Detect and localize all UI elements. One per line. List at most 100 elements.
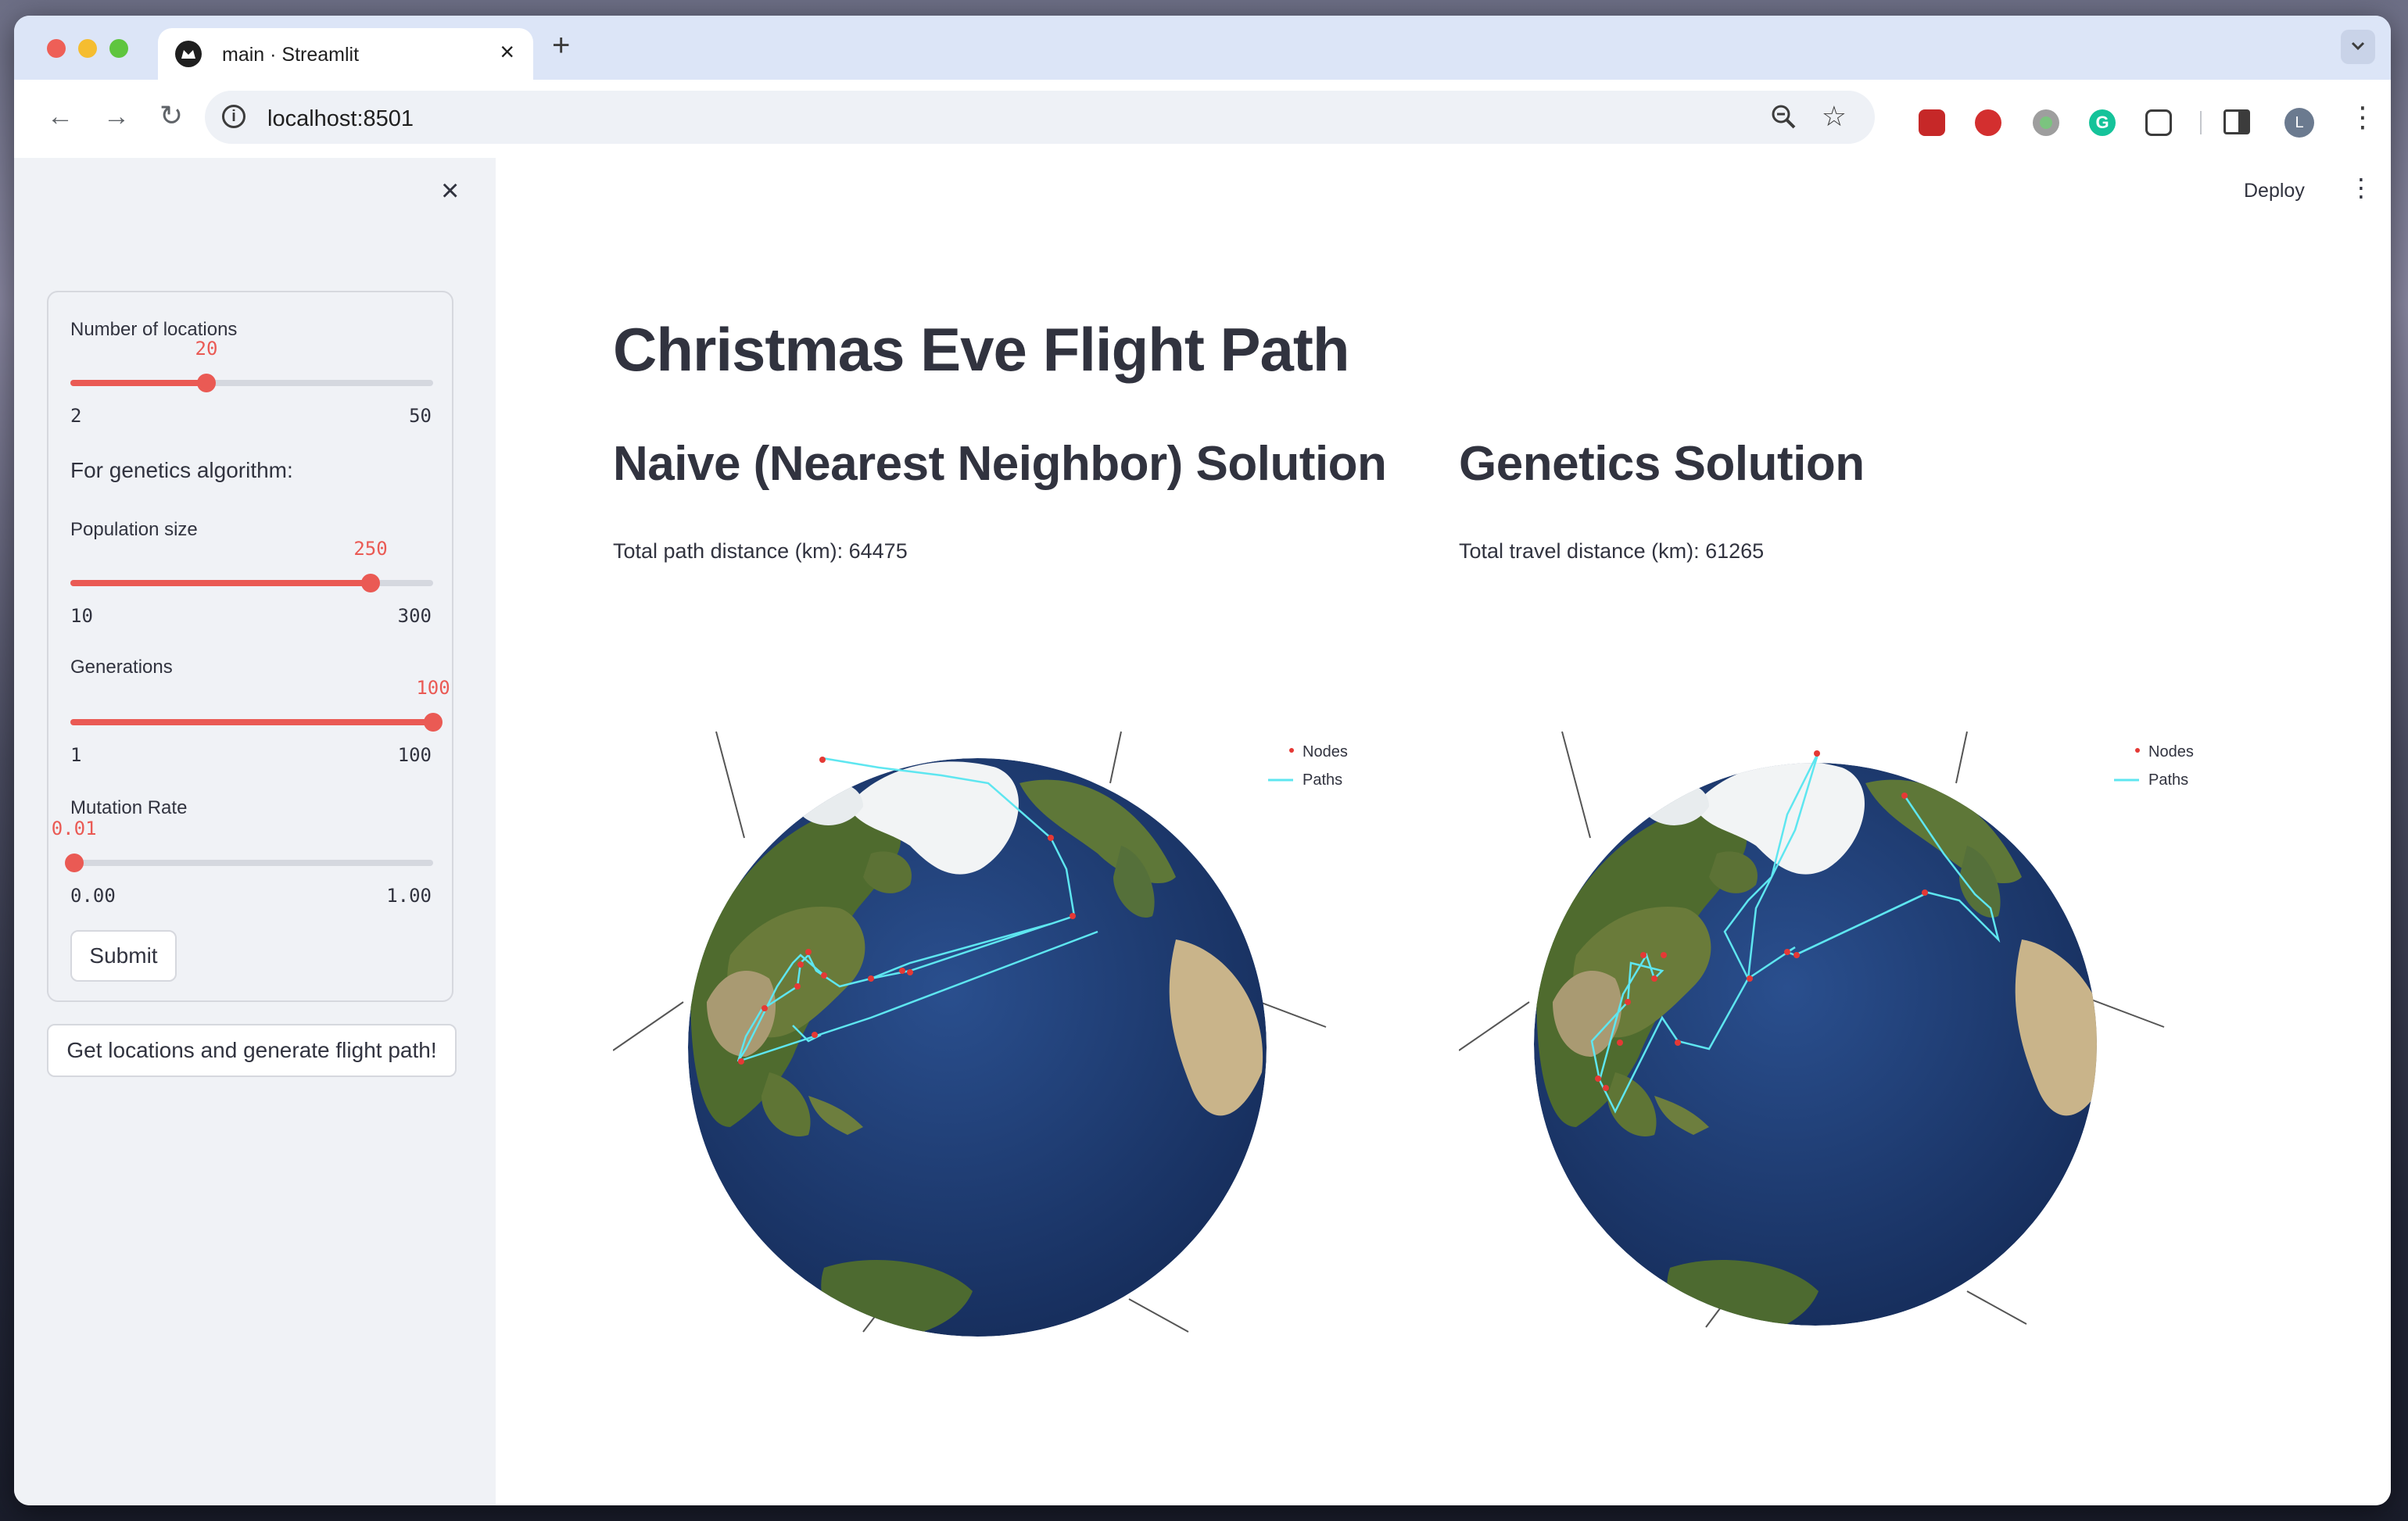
mutation-rate-value: 0.01 [51, 818, 97, 839]
zoom-icon[interactable] [1770, 103, 1797, 134]
axis-line [1966, 1290, 2027, 1325]
generations-slider-thumb[interactable] [424, 713, 443, 732]
new-tab-icon[interactable]: + [552, 30, 570, 61]
num-locations-slider[interactable]: 20 [70, 338, 433, 392]
population-size-slider-thumb[interactable] [361, 574, 380, 592]
population-size-max: 300 [397, 605, 432, 627]
node-point [1595, 1075, 1601, 1082]
tab-strip: main · Streamlit × + [14, 16, 2391, 80]
legend-nodes-text: Nodes [2148, 743, 2194, 760]
axis-line [1128, 1298, 1189, 1333]
node-point [1048, 835, 1054, 841]
num-locations-slider-fill [70, 380, 206, 386]
node-point [1675, 1040, 1681, 1046]
generations-min: 1 [70, 744, 82, 766]
population-size-slider[interactable]: 250 [70, 538, 433, 592]
close-sidebar-icon[interactable]: × [441, 175, 459, 206]
generations-slider[interactable]: 100 [70, 677, 450, 732]
node-point [761, 1005, 768, 1011]
node-point [812, 1032, 818, 1038]
mutation-rate-slider-thumb[interactable] [64, 854, 84, 872]
num-locations-slider-thumb[interactable] [197, 374, 216, 392]
node-point [1784, 949, 1790, 955]
mutation-rate-label: Mutation Rate [70, 797, 188, 818]
node-point [797, 961, 804, 968]
minimize-window-button[interactable] [78, 39, 97, 58]
chevron-down-icon [2351, 41, 2365, 51]
legend-paths-text: Paths [2148, 771, 2188, 789]
node-point [805, 949, 812, 955]
node-point [1651, 975, 1657, 982]
node-point [1901, 793, 1908, 799]
generations-slider-fill [70, 719, 433, 725]
browser-toolbar: ← → ↻ i localhost:8501 ☆ G L ⋮ [14, 80, 2391, 222]
node-point [899, 968, 905, 974]
genetics-globe-plot[interactable]: Nodes Paths [1459, 721, 2241, 1346]
node-point [1661, 952, 1667, 958]
url-text[interactable]: localhost:8501 [267, 106, 414, 132]
node-point [907, 969, 913, 975]
axis-line [1955, 731, 1968, 784]
back-arrow-icon[interactable]: ← [47, 103, 73, 130]
node-point [868, 975, 874, 982]
reload-icon[interactable]: ↻ [159, 102, 183, 130]
node-point [1814, 750, 1820, 757]
node-point [738, 1058, 744, 1065]
tab-close-icon[interactable]: × [500, 39, 514, 64]
generate-flight-path-button[interactable]: Get locations and generate flight path! [47, 1024, 457, 1077]
browser-window: main · Streamlit × + ← → ↻ i localhost:8… [14, 16, 2391, 1505]
forward-arrow-icon[interactable]: → [103, 103, 130, 130]
sidebar: × Number of locations 20 2 50 For geneti… [14, 158, 496, 1505]
mutation-rate-slider[interactable]: 0.01 [52, 818, 433, 872]
generations-label: Generations [70, 657, 173, 678]
deploy-button[interactable]: Deploy [2244, 180, 2305, 202]
main-menu-icon[interactable]: ⋮ [2349, 175, 2374, 200]
generations-value: 100 [416, 677, 450, 699]
legend-nodes-marker [2135, 748, 2140, 753]
num-locations-max: 50 [409, 405, 432, 427]
node-point [1922, 889, 1928, 896]
population-size-slider-fill [70, 580, 371, 586]
browser-tab-active[interactable]: main · Streamlit × [158, 28, 533, 80]
bookmark-star-icon[interactable]: ☆ [1822, 100, 1847, 133]
extension-circle-icon[interactable] [2033, 109, 2059, 136]
toolbar-divider [2200, 111, 2202, 134]
node-point [1747, 975, 1753, 982]
node-point [1617, 1040, 1623, 1046]
node-point [821, 972, 827, 979]
axis-line [1561, 731, 1591, 839]
node-point [1625, 999, 1631, 1005]
naive-distance-text: Total path distance (km): 64475 [613, 539, 908, 563]
extension-adblock-icon[interactable] [1975, 109, 2001, 136]
naive-globe-plot[interactable]: Nodes Paths [613, 721, 1395, 1346]
mutation-rate-max: 1.00 [386, 885, 432, 907]
node-point [1070, 913, 1076, 919]
extension-red-icon[interactable] [1919, 109, 1945, 136]
site-info-icon[interactable]: i [222, 105, 245, 128]
tab-search-button[interactable] [2341, 30, 2375, 64]
naive-heading: Naive (Nearest Neighbor) Solution [613, 437, 1387, 491]
address-bar[interactable]: i localhost:8501 ☆ [205, 91, 1875, 144]
node-point [1793, 952, 1800, 958]
submit-button[interactable]: Submit [70, 930, 177, 982]
extensions-puzzle-icon[interactable] [2145, 109, 2172, 136]
side-panel-icon[interactable] [2223, 109, 2250, 134]
settings-form: Number of locations 20 2 50 For genetics… [47, 291, 453, 1002]
main-content: Deploy ⋮ Christmas Eve Flight Path Naive… [496, 158, 2391, 1505]
tab-title: main · Streamlit [222, 44, 360, 66]
close-window-button[interactable] [47, 39, 66, 58]
axis-line [613, 1001, 684, 1051]
profile-avatar[interactable]: L [2284, 108, 2314, 138]
page-title: Christmas Eve Flight Path [613, 315, 1350, 384]
genetics-heading: For genetics algorithm: [70, 458, 293, 482]
legend-paths-text: Paths [1303, 771, 1342, 789]
axis-line [1459, 1001, 1530, 1051]
axis-line [715, 731, 745, 839]
grammarly-extension-icon[interactable]: G [2089, 109, 2116, 136]
node-point [794, 983, 801, 990]
population-size-value: 250 [353, 538, 388, 560]
num-locations-min: 2 [70, 405, 82, 427]
legend-nodes-text: Nodes [1303, 743, 1348, 760]
browser-menu-icon[interactable]: ⋮ [2349, 103, 2377, 131]
maximize-window-button[interactable] [109, 39, 128, 58]
